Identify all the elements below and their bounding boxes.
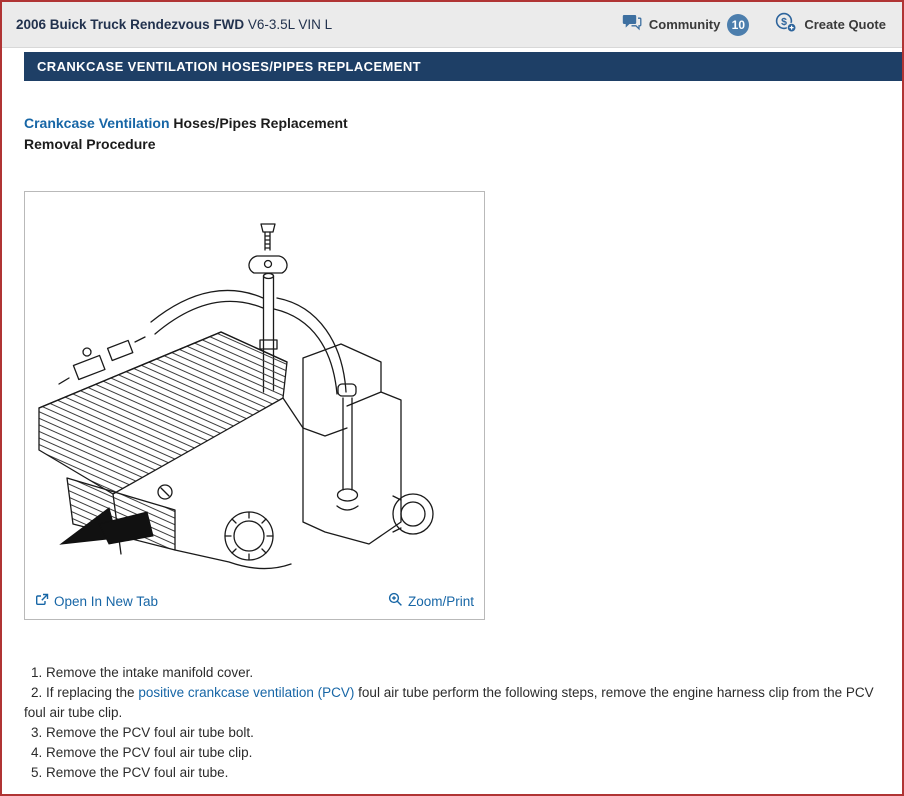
create-quote-icon: $: [775, 12, 797, 38]
community-button[interactable]: Community 10: [622, 14, 750, 36]
pcv-link[interactable]: positive crankcase ventilation (PCV): [138, 685, 354, 700]
open-in-new-tab-label: Open In New Tab: [54, 594, 158, 609]
step-4: 4. Remove the PCV foul air tube clip.: [24, 743, 880, 763]
vehicle-engine-detail: V6-3.5L VIN L: [244, 17, 332, 32]
community-icon: [622, 14, 642, 36]
step-text: Remove the PCV foul air tube bolt.: [46, 725, 254, 740]
removal-procedure-subheading: Removal Procedure: [24, 134, 880, 155]
step-number: 4.: [31, 745, 46, 760]
heading-rest: Hoses/Pipes Replacement: [170, 115, 348, 131]
header-actions: Community 10 $ Create Quote: [622, 12, 886, 38]
step-3: 3. Remove the PCV foul air tube bolt.: [24, 723, 880, 743]
header-bar: 2006 Buick Truck Rendezvous FWD V6-3.5L …: [2, 2, 902, 48]
step-number: 1.: [31, 665, 46, 680]
step-number: 3.: [31, 725, 46, 740]
step-5: 5. Remove the PCV foul air tube.: [24, 763, 880, 783]
zoom-print-link[interactable]: Zoom/Print: [388, 592, 474, 610]
step-number: 2.: [31, 685, 46, 700]
figure-footer: Open In New Tab Zoom/Print: [25, 590, 484, 619]
crankcase-ventilation-link[interactable]: Crankcase Ventilation: [24, 115, 170, 131]
step-text: Remove the PCV foul air tube clip.: [46, 745, 252, 760]
svg-text:$: $: [781, 16, 787, 28]
community-label: Community: [649, 17, 721, 32]
step-text: Remove the PCV foul air tube.: [46, 765, 228, 780]
community-count-badge: 10: [727, 14, 749, 36]
open-in-new-tab-link[interactable]: Open In New Tab: [35, 593, 158, 610]
step-1: 1. Remove the intake manifold cover.: [24, 663, 880, 683]
create-quote-label: Create Quote: [804, 17, 886, 32]
engine-diagram: [25, 192, 484, 590]
create-quote-button[interactable]: $ Create Quote: [775, 12, 886, 38]
procedure-steps: 1. Remove the intake manifold cover. 2. …: [24, 663, 880, 783]
open-in-new-tab-icon: [35, 593, 49, 610]
heading-line: Crankcase Ventilation Hoses/Pipes Replac…: [24, 113, 880, 134]
step-2: 2. If replacing the positive crankcase v…: [24, 683, 880, 723]
zoom-print-label: Zoom/Print: [408, 594, 474, 609]
zoom-icon: [388, 592, 403, 610]
vehicle-title: 2006 Buick Truck Rendezvous FWD V6-3.5L …: [16, 17, 332, 32]
step-text: Remove the intake manifold cover.: [46, 665, 253, 680]
section-title-bar: CRANKCASE VENTILATION HOSES/PIPES REPLAC…: [24, 52, 902, 81]
figure-panel: Open In New Tab Zoom/Print: [24, 191, 485, 620]
vehicle-name: 2006 Buick Truck Rendezvous FWD: [16, 17, 244, 32]
step-number: 5.: [31, 765, 46, 780]
article-heading: Crankcase Ventilation Hoses/Pipes Replac…: [24, 113, 880, 155]
step-text: If replacing the: [46, 685, 138, 700]
